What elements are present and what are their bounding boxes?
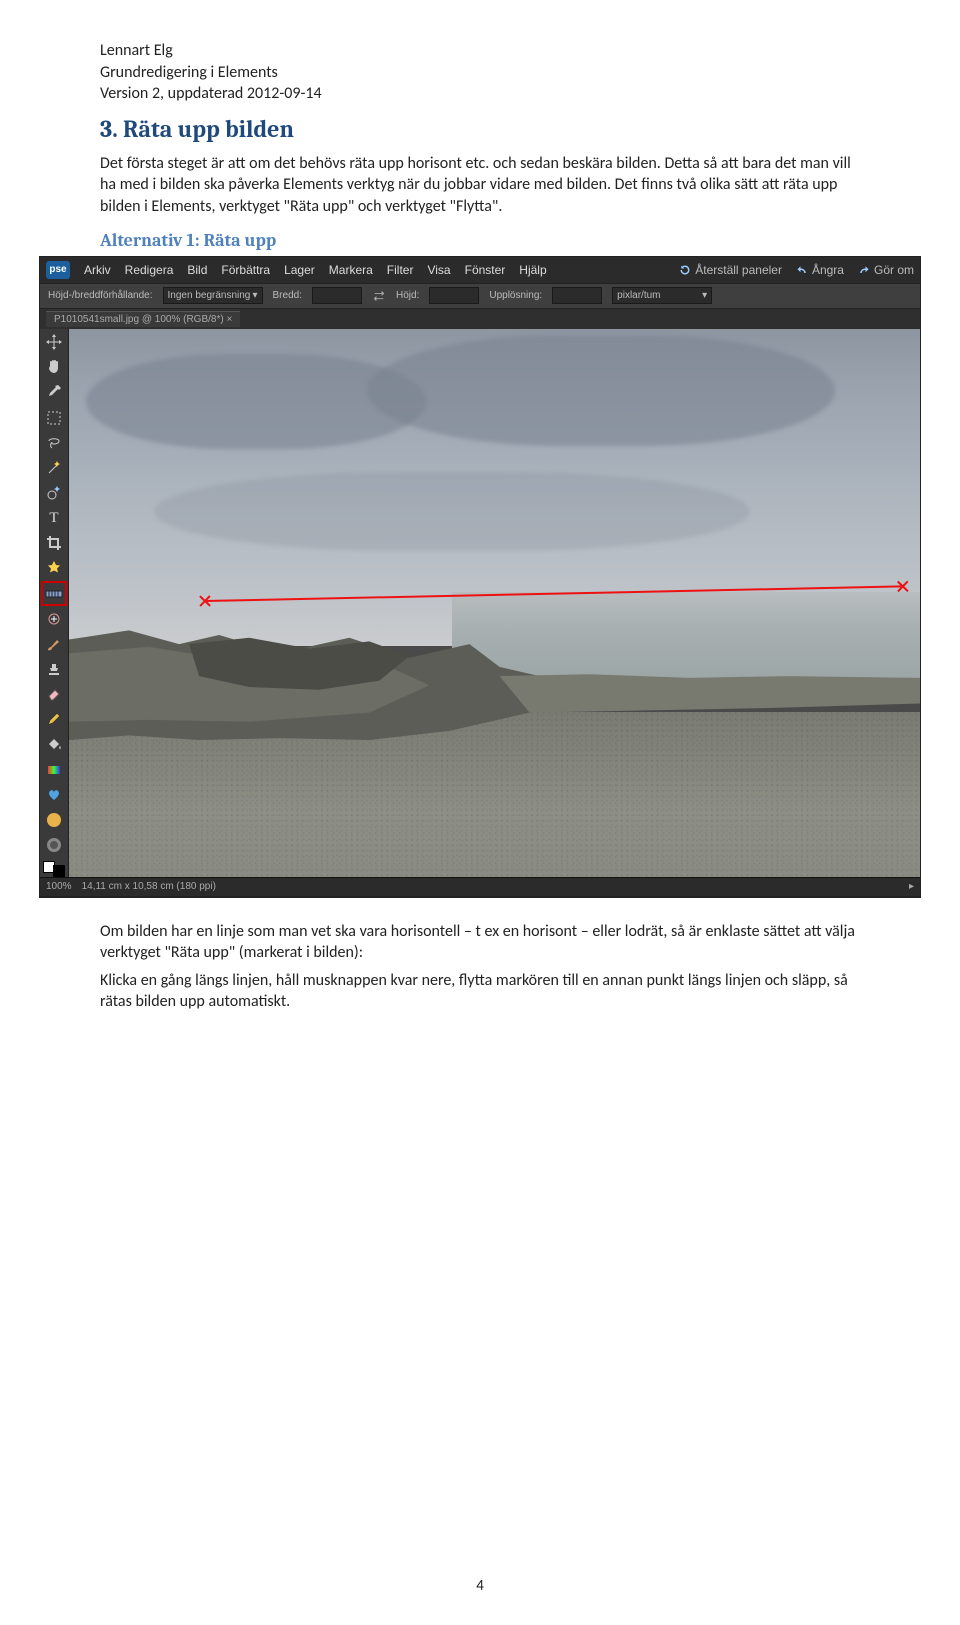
paint-bucket-tool[interactable]	[44, 735, 64, 754]
project-bin-bar[interactable]: PROJEKTBEHÅLLARE	[40, 896, 920, 897]
undo-icon	[796, 264, 808, 276]
resolution-input[interactable]	[552, 287, 602, 304]
eraser-tool[interactable]	[44, 685, 64, 704]
status-bar: 100% 14,11 cm x 10,58 cm (180 ppi) ▸	[40, 877, 920, 896]
document-tab-strip: P1010541small.jpg @ 100% (RGB/8*) ×	[40, 309, 920, 329]
refresh-icon	[679, 264, 691, 276]
intro-paragraph: Det första steget är att om det behövs r…	[100, 153, 860, 218]
section-number: 3.	[100, 115, 118, 143]
after-paragraph-1: Om bilden har en linje som man vet ska v…	[100, 921, 860, 964]
quick-selection-tool[interactable]	[44, 483, 64, 502]
menu-bild[interactable]: Bild	[187, 263, 207, 277]
author-line: Lennart Elg	[100, 40, 860, 62]
resolution-label: Upplösning:	[489, 290, 542, 301]
menu-hjalp[interactable]: Hjälp	[519, 263, 546, 277]
tool-palette: T	[40, 329, 69, 877]
menu-markera[interactable]: Markera	[329, 263, 373, 277]
swap-icon[interactable]	[372, 289, 386, 303]
clone-stamp-tool[interactable]	[44, 659, 64, 678]
aspect-ratio-dropdown[interactable]: Ingen begränsning ▾	[163, 287, 263, 304]
resolution-unit-dropdown[interactable]: pixlar/tum ▾	[612, 287, 712, 304]
hand-tool[interactable]	[44, 358, 64, 377]
height-label: Höjd:	[396, 290, 419, 301]
document-tab[interactable]: P1010541small.jpg @ 100% (RGB/8*) ×	[46, 311, 240, 327]
width-input[interactable]	[312, 287, 362, 304]
color-swatches[interactable]	[43, 861, 65, 877]
section-title: Räta upp bilden	[123, 115, 294, 143]
straighten-tool[interactable]	[44, 584, 64, 603]
type-tool[interactable]: T	[44, 509, 64, 528]
version-line: Version 2, uppdaterad 2012-09-14	[100, 83, 860, 105]
blur-tool[interactable]	[44, 810, 64, 829]
eyedropper-tool[interactable]	[44, 383, 64, 402]
aspect-ratio-label: Höjd-/breddförhållande:	[48, 290, 153, 301]
undo-label: Ångra	[812, 263, 844, 277]
document-page: Lennart Elg Grundredigering i Elements V…	[0, 0, 960, 1625]
undo-button[interactable]: Ångra	[796, 263, 844, 277]
aspect-ratio-value: Ingen begränsning	[168, 290, 251, 301]
screenshot-container: pse Arkiv Redigera Bild Förbättra Lager …	[40, 257, 920, 897]
menu-arkiv[interactable]: Arkiv	[84, 263, 111, 277]
alternative-heading: Alternativ 1: Räta upp	[100, 230, 860, 251]
menu-bar: pse Arkiv Redigera Bild Förbättra Lager …	[40, 257, 920, 283]
line-end-x-icon	[897, 580, 909, 592]
redo-icon	[858, 264, 870, 276]
after-paragraph-2: Klicka en gång längs linjen, håll muskna…	[100, 970, 860, 1013]
menu-visa[interactable]: Visa	[427, 263, 450, 277]
background-swatch[interactable]	[53, 865, 65, 877]
line-start-x-icon	[199, 595, 211, 607]
width-label: Bredd:	[273, 290, 302, 301]
redo-button[interactable]: Gör om	[858, 263, 914, 277]
pencil-tool[interactable]	[44, 710, 64, 729]
spot-heal-tool[interactable]	[44, 609, 64, 628]
magic-wand-tool[interactable]	[44, 458, 64, 477]
cookie-cutter-tool[interactable]	[44, 559, 64, 578]
image-canvas[interactable]	[69, 329, 920, 877]
menu-redigera[interactable]: Redigera	[125, 263, 174, 277]
options-bar: Höjd-/breddförhållande: Ingen begränsnin…	[40, 283, 920, 309]
smart-brush-tool[interactable]	[44, 785, 64, 804]
pse-logo-icon: pse	[46, 261, 70, 279]
menu-lager[interactable]: Lager	[284, 263, 315, 277]
reset-panels-button[interactable]: Återställ paneler	[679, 263, 782, 277]
height-input[interactable]	[429, 287, 479, 304]
redo-label: Gör om	[874, 263, 914, 277]
zoom-level[interactable]: 100%	[46, 881, 72, 892]
sponge-tool[interactable]	[44, 835, 64, 854]
doc-header: Lennart Elg Grundredigering i Elements V…	[100, 40, 860, 105]
menu-filter[interactable]: Filter	[387, 263, 414, 277]
page-number: 4	[0, 1577, 960, 1595]
gradient-tool[interactable]	[44, 760, 64, 779]
marquee-tool[interactable]	[44, 408, 64, 427]
crop-tool[interactable]	[44, 534, 64, 553]
resolution-unit-value: pixlar/tum	[617, 290, 660, 301]
section-heading: 3. Räta upp bilden	[100, 115, 860, 143]
document-dimensions: 14,11 cm x 10,58 cm (180 ppi)	[82, 881, 216, 892]
photo-coast	[69, 329, 920, 877]
lasso-tool[interactable]	[44, 433, 64, 452]
title-line: Grundredigering i Elements	[100, 62, 860, 84]
brush-tool[interactable]	[44, 634, 64, 653]
reset-panels-label: Återställ paneler	[695, 263, 782, 277]
pse-window: pse Arkiv Redigera Bild Förbättra Lager …	[40, 257, 920, 897]
move-tool[interactable]	[44, 333, 64, 352]
menu-forbattra[interactable]: Förbättra	[221, 263, 270, 277]
menu-fonster[interactable]: Fönster	[465, 263, 506, 277]
